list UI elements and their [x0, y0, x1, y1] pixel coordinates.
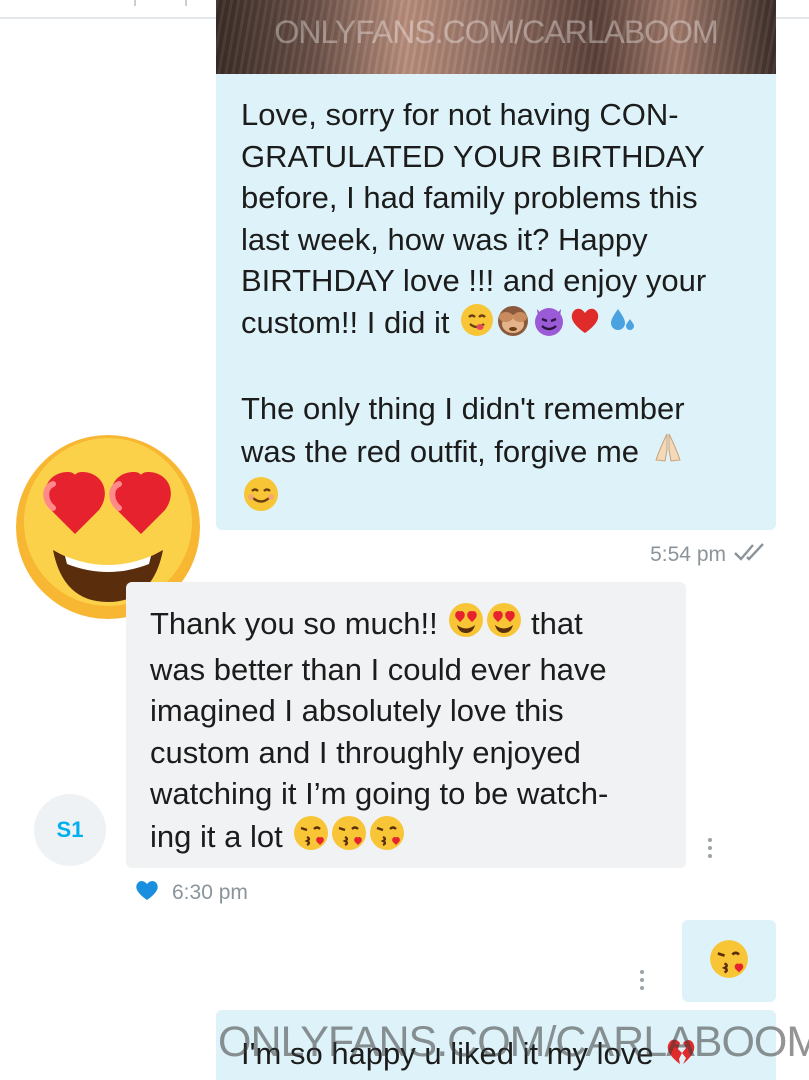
- smiling-devil-emoji: [532, 303, 566, 348]
- chat-screen: ONLYFANS.COM/CARLABOOM Love, sorry for n…: [0, 0, 809, 1080]
- message-time: 5:54 pm: [650, 543, 726, 566]
- message-meta-incoming: 6:30 pm: [134, 878, 248, 908]
- heart-eyes-emoji: [486, 602, 522, 649]
- message-options-icon[interactable]: [638, 970, 646, 990]
- double-check-icon: [732, 541, 770, 569]
- message-options-icon[interactable]: [706, 838, 714, 858]
- message-bubble-outgoing[interactable]: [682, 920, 776, 1002]
- kissing-heart-emoji: [369, 815, 405, 862]
- folded-hands-emoji: [650, 430, 686, 477]
- message-text: The only thing I didn't remember was the…: [241, 388, 752, 523]
- kissing-heart-emoji: [331, 815, 367, 862]
- message-bubble-outgoing[interactable]: Love, sorry for not having CON- GRATULAT…: [216, 74, 776, 530]
- message-paragraph: The only thing I didn't remember was the…: [241, 391, 685, 469]
- header-tick: [185, 0, 187, 6]
- message-line: Thank you so much!!: [150, 606, 438, 641]
- red-heart-emoji: [568, 303, 602, 348]
- message-text: Thank you so much!! that was better than …: [150, 602, 668, 861]
- yum-face-emoji: [460, 303, 494, 348]
- see-no-evil-monkey-emoji: [496, 303, 530, 348]
- kissing-heart-emoji: [293, 815, 329, 862]
- sweat-droplets-emoji: [604, 303, 638, 348]
- message-time: 6:30 pm: [172, 881, 248, 904]
- liked-heart-icon[interactable]: [134, 878, 160, 908]
- avatar[interactable]: S1: [34, 794, 106, 866]
- kissing-heart-emoji: [709, 939, 749, 984]
- message-bubble-incoming[interactable]: Thank you so much!! that was better than …: [126, 582, 686, 868]
- heart-eyes-emoji: [448, 602, 484, 649]
- watermark-bottom: ONLYFANS.COM/CARLABOOM: [218, 1018, 809, 1066]
- header-tick: [134, 0, 136, 6]
- message-text: Love, sorry for not having CON- GRATULAT…: [241, 94, 752, 347]
- message-line-tail: that: [531, 606, 583, 641]
- smiling-face-emoji: [243, 476, 279, 523]
- watermark-top: ONLYFANS.COM/CARLABOOM: [274, 14, 718, 50]
- message-meta-outgoing: 5:54 pm: [600, 540, 770, 570]
- avatar-initials: S1: [56, 817, 84, 842]
